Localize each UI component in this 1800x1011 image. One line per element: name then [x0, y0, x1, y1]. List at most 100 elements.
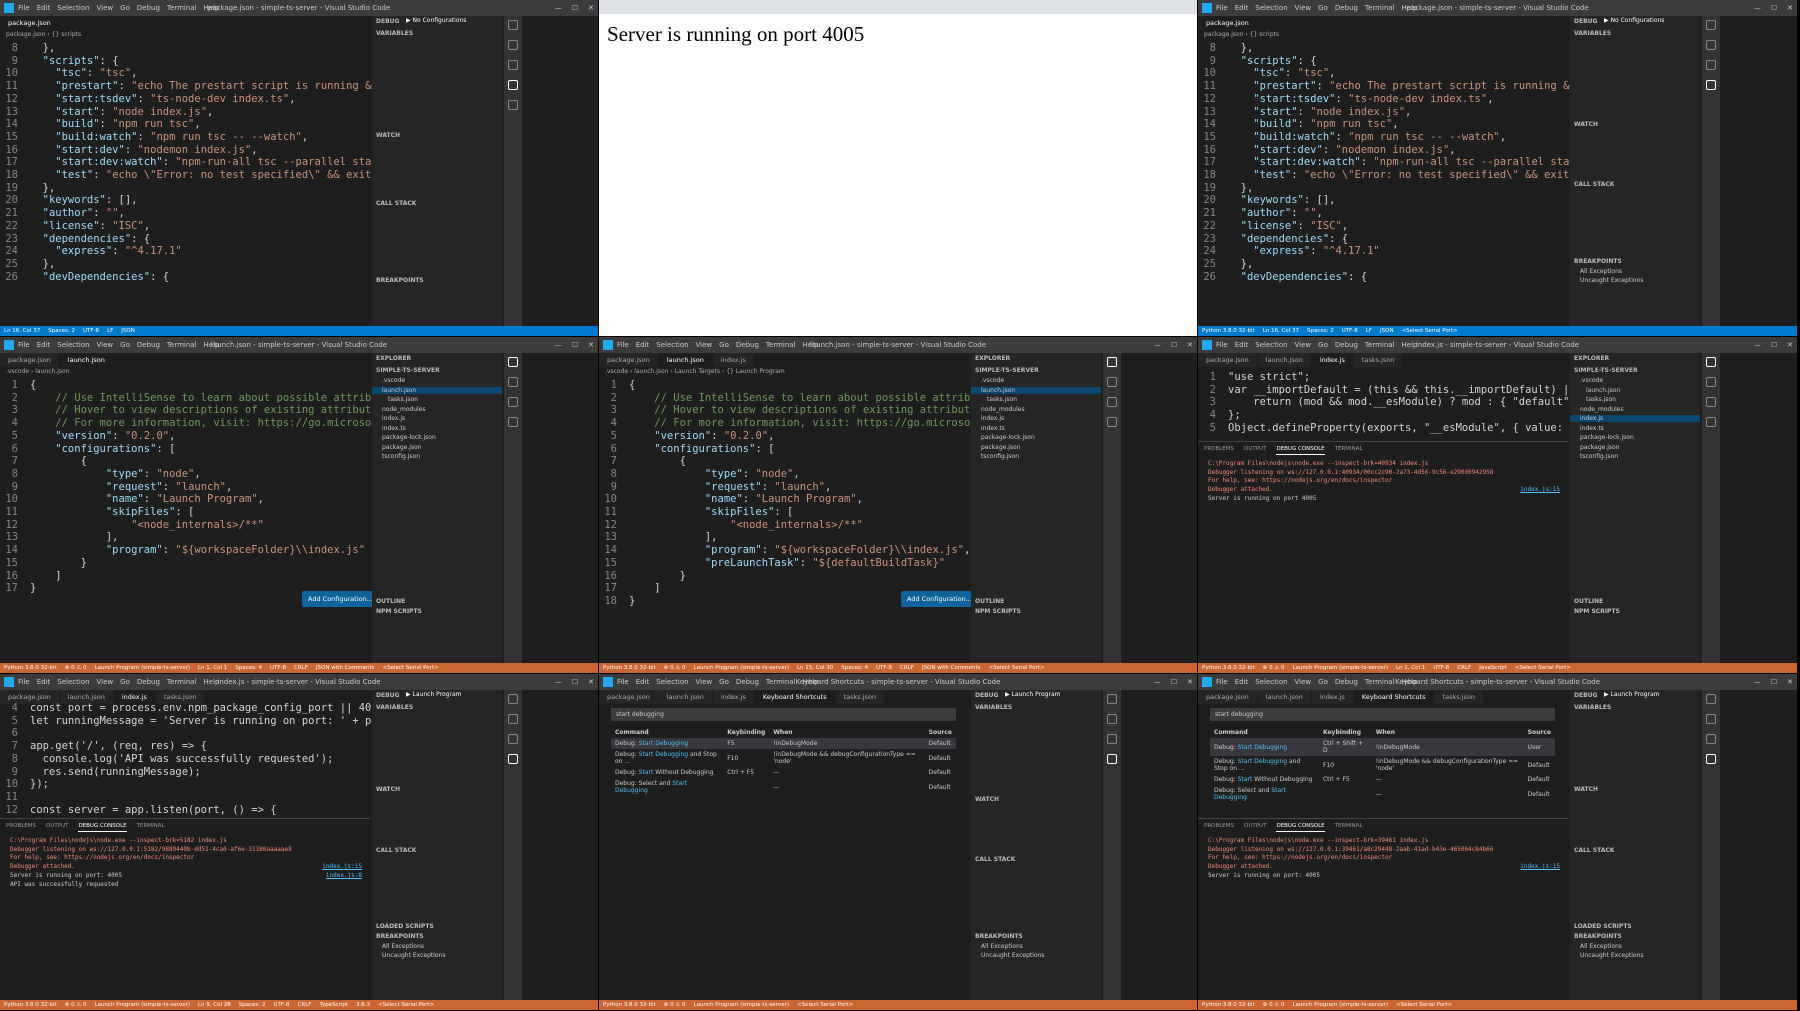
debug-config-select[interactable]: ▶ No Configurations	[406, 17, 466, 24]
files-icon[interactable]	[508, 694, 518, 704]
tab-package-json[interactable]: package.json	[599, 690, 659, 704]
menu-item-view[interactable]: View	[1295, 341, 1312, 349]
variables-section[interactable]: VARIABLES	[975, 704, 1012, 711]
table-row[interactable]: Debug: Start Debugging Ctrl + Shift + D !i…	[1210, 738, 1555, 756]
debug-icon[interactable]	[1107, 754, 1117, 764]
add-configuration-button[interactable]: Add Configuration...	[901, 591, 978, 607]
status-item[interactable]: ⊗ 0 ⚠ 0	[65, 665, 87, 671]
file-tree-item[interactable]: package.json	[981, 444, 1021, 451]
tab-package-json[interactable]: package.json	[0, 16, 60, 30]
keybindings-search-input[interactable]: start debugging	[1210, 708, 1555, 721]
menu-item-selection[interactable]: Selection	[57, 341, 89, 349]
tab-launch-json[interactable]: launch.json	[659, 690, 713, 704]
panel-tab-output[interactable]: OUTPUT	[1244, 822, 1266, 832]
menu-item-edit[interactable]: Edit	[37, 341, 51, 349]
menu-item-file[interactable]: File	[617, 341, 629, 349]
panel-tab-debug-console[interactable]: DEBUG CONSOLE	[1276, 445, 1325, 455]
file-tree-item[interactable]: tasks.json	[388, 396, 418, 403]
add-configuration-button[interactable]: Add Configuration...	[302, 591, 379, 607]
menu-item-go[interactable]: Go	[120, 341, 130, 349]
search-icon[interactable]	[1706, 377, 1716, 387]
file-tree-item[interactable]: launch.json	[971, 386, 1101, 394]
file-tree-item[interactable]: package-lock.json	[382, 434, 436, 441]
status-item[interactable]: <Select Serial Port>	[1402, 328, 1458, 334]
project-root[interactable]: SIMPLE-TS-SERVER	[975, 367, 1039, 374]
variables-section[interactable]: VARIABLES	[1574, 704, 1611, 711]
project-root[interactable]: SIMPLE-TS-SERVER	[1574, 367, 1638, 374]
file-tree-item[interactable]: .vscode	[382, 377, 405, 384]
file-tree-item[interactable]: index.ts	[981, 425, 1005, 432]
menu-item-help[interactable]: Help	[803, 678, 819, 686]
menu-item-view[interactable]: View	[1295, 678, 1312, 686]
tab-keyboard-shortcuts[interactable]: Keyboard Shortcuts	[754, 690, 836, 704]
file-tree-item[interactable]: tasks.json	[987, 396, 1017, 403]
menu-item-view[interactable]: View	[97, 341, 114, 349]
menu-item-selection[interactable]: Selection	[1255, 678, 1287, 686]
uncaught-exceptions-checkbox[interactable]: Uncaught Exceptions	[1580, 277, 1644, 284]
status-item[interactable]: <Select Serial Port>	[382, 665, 438, 671]
table-row[interactable]: Debug: Start Debugging and Stop on ... F1…	[1210, 756, 1555, 774]
search-icon[interactable]	[508, 40, 518, 50]
menu-item-help[interactable]: Help	[1402, 678, 1418, 686]
debug-config-select[interactable]: ▶ Launch Program	[406, 691, 461, 698]
breakpoints-section[interactable]: BREAKPOINTS	[975, 933, 1023, 940]
status-item[interactable]: Launch Program (simple-ts-server)	[694, 1002, 789, 1008]
menu-item-help[interactable]: Help	[204, 4, 220, 12]
menu-item-debug[interactable]: Debug	[137, 4, 160, 12]
npm-scripts-section[interactable]: NPM SCRIPTS	[975, 608, 1021, 615]
search-icon[interactable]	[508, 377, 518, 387]
status-item[interactable]: JavaScript	[1479, 665, 1507, 671]
file-tree-item[interactable]: tsconfig.json	[1580, 453, 1618, 460]
menu-item-help[interactable]: Help	[1402, 4, 1418, 12]
source-control-icon[interactable]	[1107, 734, 1117, 744]
uncaught-exceptions-checkbox[interactable]: Uncaught Exceptions	[382, 952, 446, 959]
status-item[interactable]: Ln 15, Col 30	[797, 665, 833, 671]
files-icon[interactable]	[1706, 357, 1716, 367]
console-source-link[interactable]: index.js:15	[1520, 486, 1560, 495]
code-editor[interactable]: 1 "use strict"; 2 var __importDefault = (th…	[1198, 371, 1633, 435]
tab-package-json[interactable]: package.json	[1198, 690, 1258, 704]
status-item[interactable]: Python 3.8.0 32-bit	[603, 1002, 656, 1008]
status-item[interactable]: JSON	[121, 328, 135, 334]
menu-item-file[interactable]: File	[617, 678, 629, 686]
search-icon[interactable]	[1706, 40, 1716, 50]
breakpoints-section[interactable]: BREAKPOINTS	[1574, 933, 1622, 940]
variables-section[interactable]: VARIABLES	[376, 704, 413, 711]
status-item[interactable]: Python 3.8.0 32-bit	[1202, 665, 1255, 671]
status-item[interactable]: Ln 1, Col 1	[1396, 665, 1425, 671]
tab-launch-json[interactable]: launch.json	[1258, 353, 1312, 367]
watch-section[interactable]: WATCH	[1574, 786, 1598, 793]
status-item[interactable]: <Select Serial Port>	[378, 1002, 434, 1008]
callstack-section[interactable]: CALL STACK	[376, 200, 416, 207]
status-item[interactable]: Python 3.8.0 32-bit	[4, 665, 57, 671]
menu-item-view[interactable]: View	[97, 678, 114, 686]
menu-item-selection[interactable]: Selection	[656, 341, 688, 349]
window-controls[interactable]: — ☐ ✕	[1754, 674, 1793, 690]
debug-icon[interactable]	[508, 80, 518, 90]
search-icon[interactable]	[1107, 377, 1117, 387]
source-control-icon[interactable]	[1107, 397, 1117, 407]
source-control-icon[interactable]	[508, 60, 518, 70]
window-controls[interactable]: — ☐ ✕	[555, 0, 594, 16]
status-item[interactable]: 3.6.3	[356, 1002, 370, 1008]
tab-package-json[interactable]: package.json	[599, 353, 659, 367]
menu-item-edit[interactable]: Edit	[636, 678, 650, 686]
file-tree-item[interactable]: package.json	[382, 444, 422, 451]
menu-item-edit[interactable]: Edit	[1235, 341, 1249, 349]
files-icon[interactable]	[1107, 357, 1117, 367]
status-item[interactable]: Python 3.8.0 32-bit	[1202, 328, 1255, 334]
menu-item-terminal[interactable]: Terminal	[1365, 4, 1395, 12]
menu-item-edit[interactable]: Edit	[1235, 678, 1249, 686]
window-controls[interactable]: — ☐ ✕	[1154, 337, 1193, 353]
all-exceptions-checkbox[interactable]: All Exceptions	[1580, 268, 1622, 275]
menu-item-file[interactable]: File	[18, 4, 30, 12]
panel-tab-debug-console[interactable]: DEBUG CONSOLE	[1276, 822, 1325, 832]
status-item[interactable]: Python 3.8.0 32-bit	[4, 1002, 57, 1008]
table-row[interactable]: Debug: Select and Start Debugging — Defaul…	[611, 778, 956, 796]
status-item[interactable]: <Select Serial Port>	[1396, 1002, 1452, 1008]
console-source-link[interactable]: index.js:15	[1520, 863, 1560, 872]
source-control-icon[interactable]	[1706, 397, 1716, 407]
menu-item-terminal[interactable]: Terminal	[766, 678, 796, 686]
debug-icon[interactable]	[1706, 754, 1716, 764]
panel-tab-problems[interactable]: PROBLEMS	[1204, 445, 1234, 455]
